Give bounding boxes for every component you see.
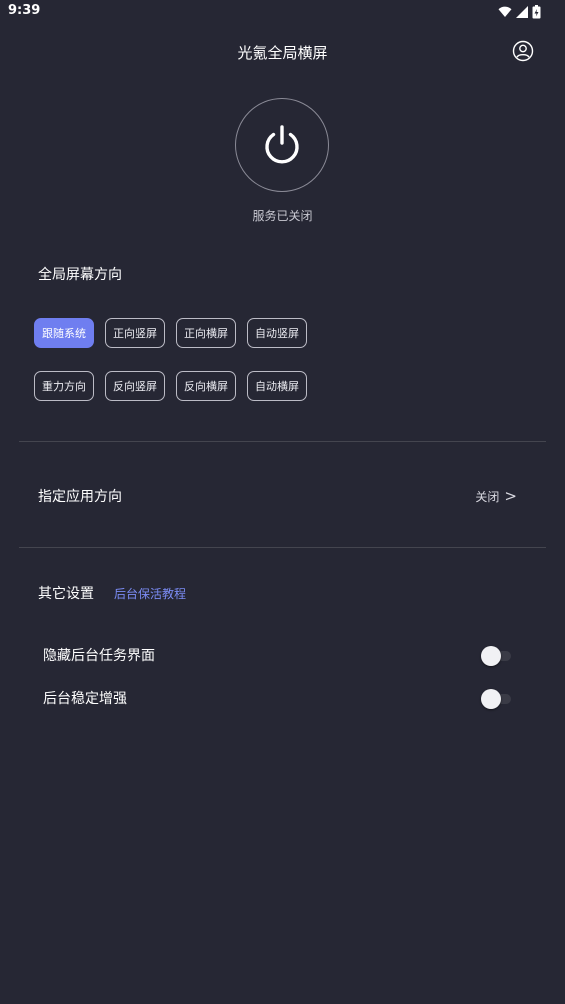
orientation-option-landscape[interactable]: 正向横屏: [176, 318, 236, 348]
global-orientation-title: 全局屏幕方向: [38, 267, 122, 283]
toggle-thumb: [481, 689, 501, 709]
hide-recents-toggle[interactable]: [481, 646, 513, 666]
orientation-option-auto-portrait[interactable]: 自动竖屏: [247, 318, 307, 348]
orientation-options-row-2: 重力方向 反向竖屏 反向横屏 自动横屏: [34, 371, 307, 401]
chevron-right-icon: >: [504, 487, 517, 505]
keep-alive-tutorial-link[interactable]: 后台保活教程: [114, 585, 186, 602]
app-orientation-label: 指定应用方向: [38, 489, 122, 505]
divider: [19, 441, 546, 442]
wifi-icon: [498, 6, 512, 17]
status-icons: [498, 4, 541, 20]
app-orientation-state: 关闭: [475, 489, 500, 504]
power-icon: [265, 125, 299, 164]
status-bar: 9:39: [0, 0, 565, 24]
orientation-option-gravity[interactable]: 重力方向: [34, 371, 94, 401]
hide-recents-label: 隐藏后台任务界面: [43, 648, 155, 664]
power-button[interactable]: [235, 98, 329, 192]
stability-boost-row: 后台稳定增强: [0, 680, 565, 716]
other-settings-title: 其它设置: [38, 586, 94, 602]
stability-boost-toggle[interactable]: [481, 689, 513, 709]
divider: [19, 547, 546, 548]
orientation-option-reverse-landscape[interactable]: 反向横屏: [176, 371, 236, 401]
orientation-options-row-1: 跟随系统 正向竖屏 正向横屏 自动竖屏: [34, 318, 307, 348]
account-circle-icon[interactable]: [512, 40, 534, 62]
toggle-thumb: [481, 646, 501, 666]
orientation-option-reverse-portrait[interactable]: 反向竖屏: [105, 371, 165, 401]
status-time: 9:39: [8, 3, 41, 18]
app-orientation-row[interactable]: 指定应用方向 关闭 >: [0, 470, 565, 520]
battery-icon: [532, 5, 541, 19]
orientation-option-portrait[interactable]: 正向竖屏: [105, 318, 165, 348]
orientation-option-follow-system[interactable]: 跟随系统: [34, 318, 94, 348]
hide-recents-row: 隐藏后台任务界面: [0, 637, 565, 673]
orientation-option-auto-landscape[interactable]: 自动横屏: [247, 371, 307, 401]
app-title: 光氪全局横屏: [237, 44, 328, 62]
signal-icon: [516, 6, 528, 18]
stability-boost-label: 后台稳定增强: [43, 691, 127, 707]
app-orientation-value: 关闭 >: [475, 487, 517, 505]
service-status: 服务已关闭: [252, 209, 313, 223]
